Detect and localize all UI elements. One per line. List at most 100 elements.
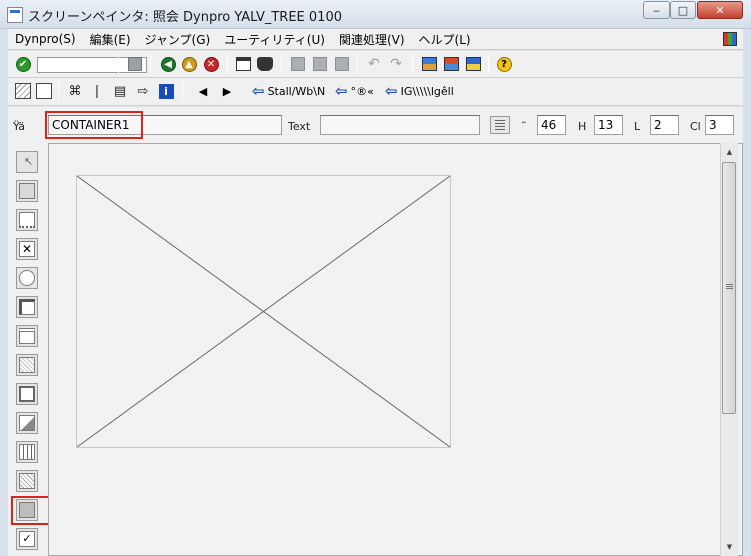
paste-icon: [335, 57, 349, 71]
new-session-icon: [421, 57, 437, 71]
line-label: ˜: [521, 120, 527, 133]
palette-tabstrip[interactable]: [16, 325, 38, 347]
redo-icon: ↷: [390, 56, 402, 72]
column-field[interactable]: 3: [705, 115, 734, 135]
undo-button[interactable]: ↶: [365, 55, 383, 73]
display-change-button[interactable]: [14, 82, 32, 100]
palette-tabstrip-wizard[interactable]: [16, 354, 38, 376]
height-field[interactable]: 13: [594, 115, 623, 135]
toolbar-separator: [281, 54, 282, 74]
copy-button[interactable]: [311, 55, 329, 73]
window-border-left: [0, 29, 8, 556]
container-placeholder-cross: [77, 176, 450, 447]
toolbar-separator: [357, 54, 358, 74]
minimize-button[interactable]: ‒: [643, 1, 670, 19]
layout-button[interactable]: [464, 55, 482, 73]
find-button[interactable]: [256, 55, 274, 73]
status-check-icon: ✓: [19, 531, 35, 547]
palette-subscreen[interactable]: [16, 412, 38, 434]
help-button[interactable]: ?: [495, 55, 513, 73]
redo-button[interactable]: ↷: [387, 55, 405, 73]
scroll-down-button[interactable]: ▼: [721, 540, 738, 554]
pencil-toggle-icon: [15, 83, 31, 99]
back-button[interactable]: ◀: [159, 55, 177, 73]
flow-logic-button[interactable]: ⇨: [134, 82, 152, 100]
box-frame-icon: [19, 386, 35, 402]
menu-help[interactable]: ヘルプ(L): [412, 31, 478, 48]
create-session-button[interactable]: [420, 55, 438, 73]
tabstrip-wizard-icon: [19, 357, 35, 373]
maximize-button[interactable]: □: [670, 1, 696, 19]
scroll-up-button[interactable]: ▲: [721, 145, 738, 159]
line-field[interactable]: 46: [537, 115, 566, 135]
menu-edit[interactable]: 編集(E): [83, 31, 138, 48]
menu-bar: Dynpro(S) 編集(E) ジャンプ(G) ユーティリティ(U) 関連処理(…: [8, 29, 743, 50]
toolbar-separator: [182, 81, 183, 101]
menu-environment[interactable]: 関連処理(V): [332, 31, 412, 48]
menu-utilities[interactable]: ユーティリティ(U): [217, 31, 332, 48]
flow-icon: ⇨: [137, 83, 149, 99]
toolbar-separator: [488, 54, 489, 74]
palette-text-field[interactable]: [16, 180, 38, 202]
info-icon: i: [158, 83, 174, 99]
scroll-up-icon: ▲: [726, 148, 733, 156]
scroll-thumb[interactable]: [722, 162, 736, 414]
arrow-left-icon: ⇦: [385, 81, 398, 100]
exit-button[interactable]: ▲: [180, 55, 198, 73]
hierarchy-icon: ⌘: [68, 83, 82, 99]
text-field-icon: [19, 183, 35, 199]
save-button[interactable]: [126, 55, 144, 73]
checkbox-icon: ✕: [19, 241, 35, 257]
list-icon[interactable]: [490, 116, 510, 134]
cancel-icon: ✕: [203, 56, 219, 72]
print-button[interactable]: [234, 55, 252, 73]
app-window-icon[interactable]: [7, 7, 23, 23]
palette-table-control[interactable]: [16, 441, 38, 463]
paste-button[interactable]: [333, 55, 351, 73]
info-button[interactable]: i: [157, 82, 175, 100]
help-icon: ?: [496, 56, 512, 72]
undo-icon: ↶: [368, 56, 380, 72]
palette-radio-button[interactable]: [16, 267, 38, 289]
cancel-button[interactable]: ✕: [202, 55, 220, 73]
palette-input-field[interactable]: [16, 209, 38, 231]
next-button[interactable]: ▶: [218, 82, 236, 100]
name-field-highlight: [45, 111, 143, 139]
enter-button[interactable]: ✔: [14, 55, 32, 73]
menu-goto[interactable]: ジャンプ(G): [138, 31, 218, 48]
screen-layout-canvas[interactable]: [48, 143, 743, 556]
window-title: スクリーンペインタ: 照会 Dynpro YALV_TREE 0100: [28, 10, 342, 25]
custom-control-highlight: [11, 496, 51, 525]
nav-button-3[interactable]: ⇦ IG\\\\\lgêll: [385, 82, 454, 100]
element-text-field[interactable]: [320, 115, 480, 135]
length-field[interactable]: 2: [650, 115, 679, 135]
dictionary-fields-button[interactable]: ▤: [111, 82, 129, 100]
custom-control-container[interactable]: [76, 175, 451, 448]
attribute-button[interactable]: ❘: [88, 82, 106, 100]
print-icon: [235, 57, 251, 71]
active-inactive-button[interactable]: [35, 82, 53, 100]
create-shortcut-button[interactable]: [442, 55, 460, 73]
close-window-button[interactable]: ✕: [697, 1, 743, 19]
menu-dynpro[interactable]: Dynpro(S): [8, 32, 83, 46]
palette-table-control-wizard[interactable]: [16, 470, 38, 492]
hierarchy-button[interactable]: ⌘: [66, 82, 84, 100]
shortcut-icon: [443, 57, 459, 71]
binoculars-icon: [257, 57, 273, 71]
palette-box[interactable]: [16, 383, 38, 405]
palette-pushbutton[interactable]: [16, 296, 38, 318]
cut-button[interactable]: [289, 55, 307, 73]
palette-status-icon[interactable]: ✓: [16, 528, 38, 550]
nav-button-1[interactable]: ⇦ Stall/Wb\N: [252, 82, 325, 100]
subscreen-icon: [19, 415, 35, 431]
maximize-icon: □: [677, 3, 689, 17]
palette-checkbox[interactable]: ✕: [16, 238, 38, 260]
previous-button[interactable]: ◀: [194, 82, 212, 100]
vertical-scrollbar[interactable]: ▲ ▼: [720, 143, 738, 556]
next-icon: ▶: [222, 84, 232, 98]
customize-layout-icon[interactable]: [723, 32, 737, 46]
nav-button-2[interactable]: ⇦ °®«: [335, 82, 374, 100]
table-wizard-icon: [19, 473, 35, 489]
close-icon: ✕: [715, 3, 725, 17]
palette-select-pointer[interactable]: ↖: [16, 151, 38, 173]
